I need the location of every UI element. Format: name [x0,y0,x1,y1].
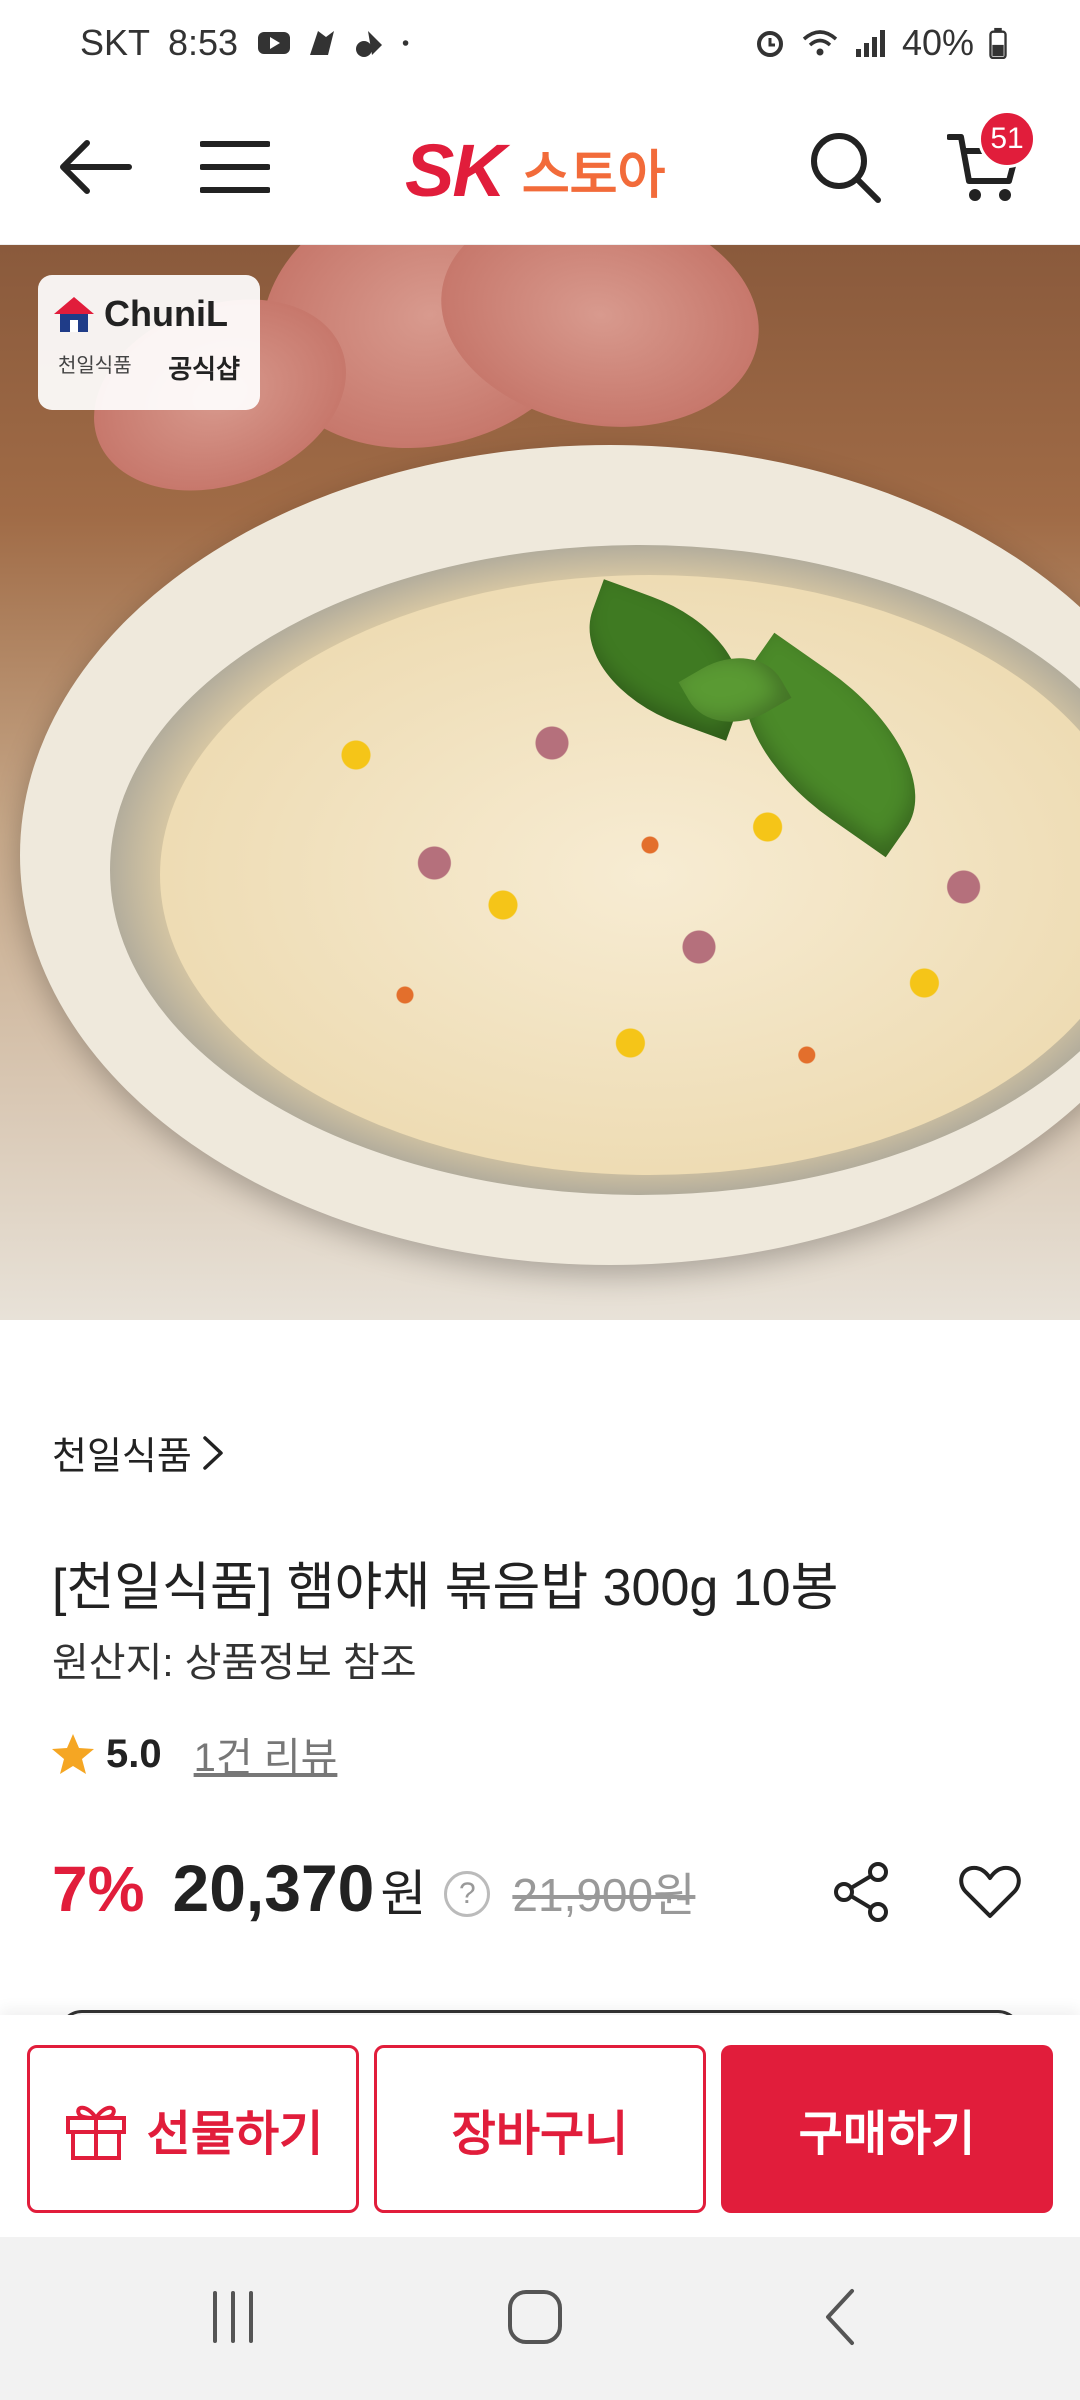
status-right: 40% [752,22,1008,64]
status-notifications [256,27,420,59]
battery-icon [989,27,1007,59]
gift-button-label: 선물하기 [146,2106,324,2162]
status-left: SKT 8:53 [80,22,420,64]
chevron-right-icon [203,1435,223,1470]
search-icon [811,133,881,203]
sale-price: 20,370 [172,1851,375,1925]
back-button[interactable] [50,122,140,212]
original-price: 21,900원 [512,1869,696,1921]
price-help-icon[interactable]: ? [444,1871,491,1917]
rating-row: 5.0 1건 리뷰 [50,1725,337,1783]
product-origin: 원산지: 상품정보 참조 [52,1641,417,1685]
sk-stoa-logo[interactable]: SK 스토아 [405,128,665,213]
official-store-label: 공식샵 [168,354,240,384]
wishlist-button[interactable] [958,1860,1022,1924]
buy-now-button[interactable]: 구매하기 [721,2045,1053,2213]
add-to-cart-button[interactable]: 장바구니 [374,2045,706,2213]
brand-name-kr: 천일식품 [58,355,132,377]
cart-button[interactable]: 51 [940,110,1036,212]
notification-icon [310,31,335,55]
brand-name-en: ChuniL [104,293,228,334]
alarm-icon [756,31,783,57]
rating-score: 5.0 [106,1731,162,1776]
status-bar: SKT 8:53 40% [0,0,1080,90]
product-image[interactable]: ChuniL 천일식품 공식샵 [0,245,1080,1320]
house-icon [54,297,94,332]
home-button[interactable] [490,2277,580,2357]
clock: 8:53 [168,22,239,63]
logo-sk: SK [405,129,506,212]
notification-icon [356,31,383,57]
share-button[interactable] [830,1860,894,1924]
arrow-left-icon [60,140,132,194]
carrier: SKT [80,22,151,63]
heart-icon [959,1865,1021,1918]
buy-now-label: 구매하기 [798,2106,976,2162]
dot-icon [402,40,409,46]
bottom-action-bar: 선물하기 장바구니 구매하기 [0,2015,1080,2237]
system-back-button[interactable] [795,2277,885,2357]
hamburger-menu-icon [200,141,270,193]
signal-icon [855,30,885,57]
discount-rate: 7% [52,1853,145,1925]
product-title: [천일식품] 햄야채 볶음밥 300g 10봉 [52,1559,839,1617]
official-store-badge: ChuniL 천일식품 공식샵 [38,275,260,410]
youtube-icon [258,32,291,54]
wifi-icon [802,30,838,56]
price-row: 7% 20,370 원 ? 21,900원 [52,1850,695,1926]
top-navigation: SK 스토아 51 [0,90,1080,245]
cart-count-badge: 51 [978,110,1036,168]
gift-button[interactable]: 선물하기 [27,2045,359,2213]
add-to-cart-label: 장바구니 [451,2106,629,2162]
battery-percent: 40% [901,22,974,63]
recent-apps-button[interactable] [188,2277,278,2357]
store-badge-top: ChuniL [52,293,246,335]
star-icon [52,1734,94,1774]
store-badge-bottom: 천일식품 공식샵 [52,349,246,386]
gift-icon [65,2105,126,2160]
home-icon [508,2290,562,2344]
recent-apps-icon [213,2291,253,2343]
menu-button[interactable] [190,122,280,212]
chevron-left-icon [826,2289,854,2345]
review-count-link[interactable]: 1건 리뷰 [194,1725,338,1783]
share-icon [834,1862,888,1922]
search-button[interactable] [800,122,890,212]
seller-link[interactable]: 천일식품 [52,1425,224,1480]
seller-name: 천일식품 [52,1436,192,1478]
logo-store: 스토아 [521,146,666,206]
currency-unit: 원 [380,1866,427,1922]
android-navigation-bar [0,2237,1080,2400]
